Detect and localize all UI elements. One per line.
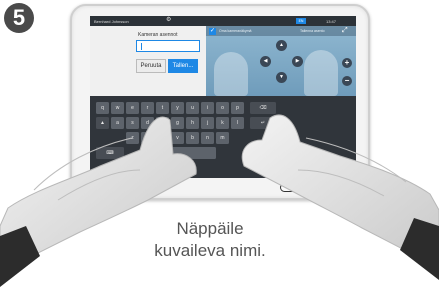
caption-line-2: kuvaileva nimi. (154, 241, 266, 260)
instruction-caption: Näppäile kuvaileva nimi. (110, 218, 310, 262)
caption-line-1: Näppäile (176, 219, 244, 238)
